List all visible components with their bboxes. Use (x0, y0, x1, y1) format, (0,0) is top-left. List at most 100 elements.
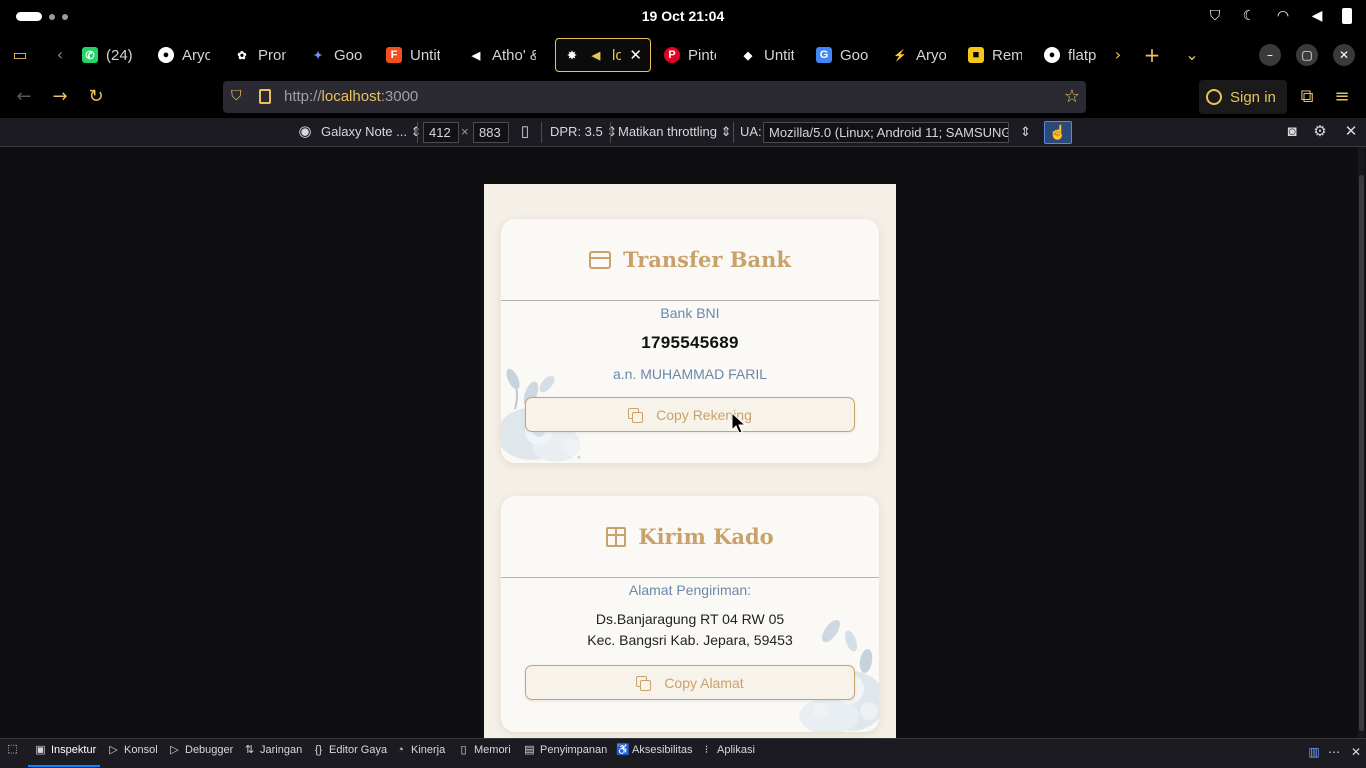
tab-localhost-active[interactable]: ✸ ◀ loc ✕ (555, 38, 651, 72)
devtools-tab-performance[interactable]: ◔ Kinerja (395, 744, 445, 756)
toolbar-divider (610, 122, 611, 143)
tab-framer[interactable]: ◆ Untit (732, 38, 802, 72)
dock-toggle-icon[interactable]: ▥ (1306, 744, 1322, 760)
devtools-tab-label: Editor Gaya (329, 744, 388, 756)
tab-title: Prom (258, 46, 286, 64)
device-selector[interactable]: Galaxy Note ... ⇕ (321, 124, 422, 140)
screenshot-camera-icon[interactable]: ◙ (1283, 123, 1301, 141)
devtools-tab-memory[interactable]: ▯ Memori (458, 743, 510, 756)
storage-icon: ▤ (524, 743, 535, 756)
page-scrollbar[interactable] (1358, 147, 1365, 738)
back-arrow-icon[interactable]: ← (12, 86, 36, 108)
user-agent-input[interactable]: Mozilla/5.0 (Linux; Android 11; SAMSUNG … (763, 122, 1009, 143)
tab-prompt[interactable]: ✿ Prom (226, 38, 294, 72)
tab-github-aryo[interactable]: ● Aryo (150, 38, 218, 72)
bookmark-star-icon[interactable]: ☆ (1064, 86, 1080, 107)
memory-icon: ▯ (460, 743, 467, 756)
viewport-width-input[interactable]: 412 (423, 122, 459, 143)
all-tabs-folder-icon[interactable]: ▭ (10, 45, 30, 65)
figma-icon: F (386, 47, 402, 63)
minimize-window-icon[interactable]: – (1259, 44, 1281, 66)
navigation-toolbar: ← → ↻ ⛉ http://localhost:3000 ☆ Sign in … (0, 76, 1366, 118)
devtools-tab-label: Penyimpanan (540, 744, 608, 756)
forward-arrow-icon[interactable]: → (48, 86, 72, 108)
copy-account-button[interactable]: Copy Rekening (525, 397, 855, 432)
github-icon: ● (158, 47, 174, 63)
scrollbar-thumb[interactable] (1359, 175, 1364, 731)
tab-figma[interactable]: F Untit (378, 38, 448, 72)
devtools-tab-debugger[interactable]: ▷ Debugger (169, 744, 233, 756)
remini-icon: ■ (968, 47, 984, 63)
throttling-selector[interactable]: Matikan throttling ⇕ (618, 124, 732, 140)
tab-google-translate[interactable]: G Goo (808, 38, 878, 72)
tab-title: Untit (764, 46, 794, 64)
mouse-pointer-icon (731, 412, 747, 434)
settings-gear-icon[interactable]: ⚙ (1311, 123, 1329, 141)
sign-in-button[interactable]: Sign in (1199, 80, 1287, 114)
devtools-tab-label: Aplikasi (717, 744, 755, 756)
tab-title: Untit (410, 46, 440, 64)
inspector-icon: ▣ (35, 743, 46, 756)
url-text[interactable]: http://localhost:3000 (284, 88, 418, 105)
system-clock[interactable]: 19 Oct 21:04 (0, 8, 1366, 24)
list-all-tabs-chevron-icon[interactable]: ⌄ (1182, 45, 1202, 65)
card-header: Transfer Bank (501, 219, 879, 301)
wifi-icon: ◠ (1276, 8, 1290, 24)
element-picker-icon[interactable]: ⬚ (7, 744, 18, 755)
copy-address-button[interactable]: Copy Alamat (525, 665, 855, 700)
moon-icon: ☾ (1242, 8, 1256, 24)
dpr-selector[interactable]: DPR: 3.5 ⇕ (550, 124, 617, 140)
rotate-viewport-icon[interactable]: ▯ (516, 123, 534, 141)
active-tab-indicator (28, 765, 100, 767)
devtools-tab-storage[interactable]: ▤ Penyimpanan (524, 744, 607, 756)
tab-github-flatpak[interactable]: ● flatp (1036, 38, 1104, 72)
tab-whatsapp[interactable]: ✆ (24) W (74, 38, 144, 72)
devtools-toolbar: ⬚ ▣ Inspektur ▷ Konsol ▷ Debugger ⇅ Jaringan… (0, 738, 1366, 768)
devtools-tab-label: Jaringan (260, 744, 303, 756)
tab-remini[interactable]: ■ Rem (960, 38, 1030, 72)
tab-supabase-aryo[interactable]: ⚡ Aryo (884, 38, 954, 72)
tab-title: Goog (334, 46, 362, 64)
device-name: Galaxy Note ... (321, 124, 407, 139)
tab-scroll-right-icon[interactable]: › (1108, 45, 1128, 65)
system-status-area[interactable]: ⛉ ☾ ◠ ◀ (1206, 8, 1352, 24)
tab-title: Atho' & (492, 46, 536, 64)
new-tab-plus-icon[interactable]: + (1142, 45, 1162, 65)
page-info-icon[interactable] (259, 89, 271, 104)
devtools-tab-inspector[interactable]: ▣ Inspektur (35, 744, 96, 756)
url-bar[interactable]: ⛉ http://localhost:3000 ☆ (223, 81, 1086, 113)
copy-icon (636, 675, 652, 691)
devtools-tab-accessibility[interactable]: ♿ Aksesibilitas (616, 744, 693, 756)
user-agent-dropdown-icon[interactable]: ⇕ (1020, 124, 1031, 140)
tracking-protection-shield-icon[interactable]: ⛉ (231, 88, 247, 106)
transfer-bank-card: Transfer Bank Bank BNI 1795545689 a.n. M… (501, 219, 879, 463)
devtools-tab-network[interactable]: ⇅ Jaringan (244, 744, 302, 756)
gemini-icon: ✦ (313, 49, 323, 62)
tab-atho[interactable]: ◀ Atho' & (460, 38, 544, 72)
devtools-menu-icon[interactable]: ⋯ (1326, 744, 1342, 760)
close-window-icon[interactable]: ✕ (1333, 44, 1355, 66)
reload-icon[interactable]: ↻ (84, 86, 108, 108)
user-agent-label: UA: (740, 124, 762, 139)
extensions-puzzle-icon[interactable]: ⧉ (1296, 86, 1318, 108)
maximize-window-icon[interactable]: ▢ (1296, 44, 1318, 66)
pinterest-icon: P (664, 47, 680, 63)
hamburger-menu-icon[interactable]: ≡ (1331, 86, 1353, 108)
devtools-tab-style-editor[interactable]: {} Editor Gaya (313, 744, 387, 756)
viewport-height-input[interactable]: 883 (473, 122, 509, 143)
whatsapp-icon: ✆ (82, 47, 98, 63)
devtools-tab-console[interactable]: ▷ Konsol (108, 744, 157, 756)
throttling-value: Matikan throttling (618, 124, 717, 139)
github-icon: ● (1044, 47, 1060, 63)
toolbar-divider (541, 122, 542, 143)
close-tab-icon[interactable]: ✕ (629, 46, 642, 64)
tab-pinterest[interactable]: P Pinte (656, 38, 724, 72)
close-devtools-icon[interactable]: ✕ (1348, 744, 1364, 760)
devtools-tab-application[interactable]: ⁝ Aplikasi (701, 744, 755, 756)
tab-scroll-left-icon[interactable]: ‹ (50, 45, 70, 65)
devtools-tab-label: Aksesibilitas (632, 744, 693, 756)
muted-speaker-icon[interactable]: ◀ (588, 47, 604, 63)
touch-simulation-toggle-icon[interactable]: ☝ (1044, 121, 1072, 144)
tab-google-gemini[interactable]: ✦ Goog (302, 38, 370, 72)
close-rdm-icon[interactable]: ✕ (1342, 123, 1360, 141)
